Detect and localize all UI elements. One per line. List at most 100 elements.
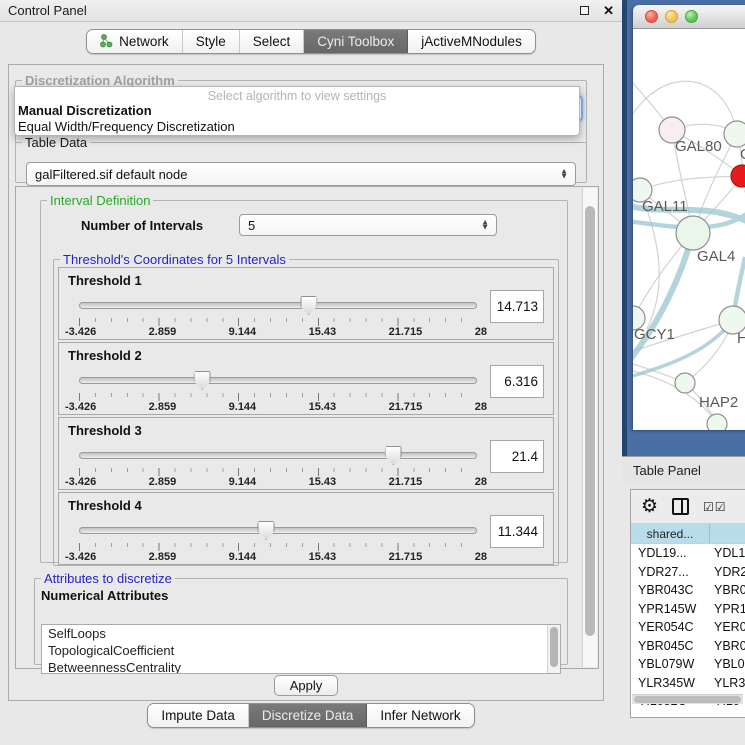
- network-canvas[interactable]: GAL80 GA C GAL11 GAL4 GCY1 H HAP2: [633, 29, 745, 430]
- float-window-icon[interactable]: [580, 6, 589, 15]
- threshold-3-box: Threshold 3 -3.4262.8599.14415.4321.7152…: [58, 417, 554, 490]
- slider-ticks: [79, 543, 477, 551]
- table-row[interactable]: YLR345WYLR3: [631, 674, 745, 693]
- network-node-hap2[interactable]: [675, 373, 695, 393]
- settings-scroll-area: Interval Definition Number of Intervals …: [15, 186, 599, 669]
- slider-thumb[interactable]: [385, 446, 402, 465]
- table-row[interactable]: YBL079WYBL0: [631, 655, 745, 674]
- columns-icon[interactable]: [672, 498, 689, 515]
- threshold-1-slider[interactable]: -3.4262.8599.14415.4321.71528: [79, 294, 477, 338]
- close-traffic-light-icon[interactable]: [645, 10, 658, 23]
- threshold-3-value-field[interactable]: 21.4: [490, 440, 544, 473]
- tab-select[interactable]: Select: [240, 30, 305, 53]
- column-header-shared-name[interactable]: shared...: [631, 524, 710, 543]
- table-panel-box: ⚙ ☑☑ shared... n YDL19...YDL1 YDR27...YD…: [630, 489, 745, 718]
- network-nodes[interactable]: [633, 117, 745, 430]
- slider-track[interactable]: [79, 377, 477, 384]
- tab-jactivemnodules[interactable]: jActiveMNodules: [408, 30, 535, 53]
- tab-cyni-toolbox[interactable]: Cyni Toolbox: [304, 30, 408, 53]
- tab-network[interactable]: Network: [87, 30, 183, 53]
- threshold-3-slider[interactable]: -3.4262.8599.14415.4321.71528: [79, 444, 477, 488]
- slider-tick-labels: -3.4262.8599.14415.4321.71528: [65, 551, 487, 563]
- tab-infer-network[interactable]: Infer Network: [367, 704, 473, 727]
- combobox-stepper-icon: ▲▼: [481, 221, 489, 230]
- slider-track[interactable]: [79, 527, 477, 534]
- table-data-group: Table Data galFiltered.sif default node …: [15, 135, 587, 183]
- dropdown-option-equal-width[interactable]: Equal Width/Frequency Discretization: [15, 119, 579, 135]
- minimize-traffic-light-icon[interactable]: [665, 10, 678, 23]
- zoom-traffic-light-icon[interactable]: [685, 10, 698, 23]
- node-label-gal11: GAL11: [642, 198, 688, 215]
- top-tabbar: Network Style Select Cyni Toolbox jActiv…: [0, 24, 622, 58]
- control-panel-content: Discretization Algorithm Select algorith…: [8, 64, 604, 701]
- table-horizontal-scrollbar[interactable]: [632, 694, 743, 704]
- node-label-partial: H: [737, 330, 745, 347]
- tab-discretize-data[interactable]: Discretize Data: [249, 704, 368, 727]
- num-intervals-combobox[interactable]: 5 ▲▼: [239, 214, 497, 236]
- threshold-4-value-field[interactable]: 11.344: [490, 515, 544, 548]
- slider-thumb[interactable]: [258, 521, 275, 540]
- table-row[interactable]: YPR145WYPR1: [631, 600, 745, 619]
- slider-ticks: [79, 318, 477, 326]
- table-panel-body: ⚙ ☑☑ shared... n YDL19...YDL1 YDR27...YD…: [622, 483, 745, 745]
- slider-ticks: [79, 468, 477, 476]
- table-row[interactable]: YBR043CYBR0: [631, 581, 745, 600]
- interval-definition-group: Interval Definition Number of Intervals …: [40, 193, 568, 563]
- table-row[interactable]: YER054CYER0: [631, 618, 745, 637]
- network-window-titlebar[interactable]: [633, 5, 745, 29]
- dropdown-placeholder: Select algorithm to view settings: [15, 87, 579, 103]
- slider-track[interactable]: [79, 452, 477, 459]
- numerical-attributes-list: SelfLoops TopologicalCoefficient Between…: [41, 624, 561, 674]
- checkbox-icons[interactable]: ☑☑: [703, 500, 727, 514]
- table-data-selected: galFiltered.sif default node: [35, 167, 187, 182]
- table-row[interactable]: YDR27...YDR2: [631, 563, 745, 582]
- control-panel-title: Control Panel: [8, 3, 580, 18]
- slider-tick-labels: -3.4262.8599.14415.4321.71528: [65, 326, 487, 338]
- apply-button[interactable]: Apply: [274, 675, 338, 696]
- table-panel-title: Table Panel: [633, 463, 701, 478]
- gear-icon[interactable]: ⚙: [641, 497, 658, 516]
- list-item[interactable]: TopologicalCoefficient: [42, 642, 560, 659]
- threshold-1-value-field[interactable]: 14.713: [490, 290, 544, 323]
- tab-network-label: Network: [119, 34, 169, 49]
- threshold-2-value-field[interactable]: 6.316: [490, 365, 544, 398]
- dropdown-option-manual[interactable]: Manual Discretization: [15, 103, 579, 119]
- slider-thumb[interactable]: [194, 371, 211, 390]
- threshold-4-box: Threshold 4 -3.4262.8599.14415.4321.7152…: [58, 492, 554, 565]
- attributes-group-title: Attributes to discretize: [41, 571, 175, 586]
- control-panel-titlebar: Control Panel ✕: [0, 0, 622, 22]
- table-header-row: shared... n: [631, 524, 745, 544]
- network-window-frame: GAL80 GA C GAL11 GAL4 GCY1 H HAP2: [622, 0, 745, 456]
- thresholds-group: Threshold's Coordinates for 5 Intervals …: [53, 252, 559, 566]
- bottom-tabbar: Impute Data Discretize Data Infer Networ…: [0, 703, 622, 733]
- tab-impute-data[interactable]: Impute Data: [148, 704, 249, 727]
- tab-style[interactable]: Style: [183, 30, 240, 53]
- numerical-attributes-label: Numerical Attributes: [41, 588, 567, 603]
- threshold-2-slider[interactable]: -3.4262.8599.14415.4321.71528: [79, 369, 477, 413]
- settings-scrollbar[interactable]: [582, 188, 597, 667]
- attributes-group: Attributes to discretize Numerical Attri…: [34, 571, 568, 665]
- table-row[interactable]: YBR045CYBR0: [631, 637, 745, 656]
- network-node-gal4[interactable]: [676, 216, 710, 250]
- list-item[interactable]: BetweennessCentrality: [42, 659, 560, 674]
- table-data-combobox[interactable]: galFiltered.sif default node ▲▼: [26, 162, 576, 186]
- slider-thumb[interactable]: [300, 296, 317, 315]
- network-node-top-right[interactable]: [724, 121, 745, 147]
- threshold-4-slider[interactable]: -3.4262.8599.14415.4321.71528: [79, 519, 477, 563]
- list-scrollbar[interactable]: [547, 625, 560, 673]
- network-node-bottom[interactable]: [707, 414, 727, 430]
- table-data-title: Table Data: [22, 135, 90, 150]
- table-panel-toolbar: ⚙ ☑☑: [631, 490, 745, 524]
- close-icon[interactable]: ✕: [603, 4, 614, 17]
- network-icon: [100, 34, 113, 48]
- list-item[interactable]: SelfLoops: [42, 625, 560, 642]
- thresholds-group-title: Threshold's Coordinates for 5 Intervals: [60, 252, 289, 267]
- slider-track[interactable]: [79, 302, 477, 309]
- threshold-1-box: Threshold 1 -3.4262.8599.14415.4321.7152…: [58, 267, 554, 340]
- num-intervals-value: 5: [248, 218, 255, 233]
- node-label-gal80: GAL80: [675, 138, 722, 155]
- table-row[interactable]: YDL19...YDL1: [631, 544, 745, 563]
- threshold-2-box: Threshold 2 -3.4262.8599.14415.4321.7152…: [58, 342, 554, 415]
- table-panel-titlebar: Table Panel: [622, 456, 745, 483]
- column-header-name[interactable]: n: [710, 524, 745, 543]
